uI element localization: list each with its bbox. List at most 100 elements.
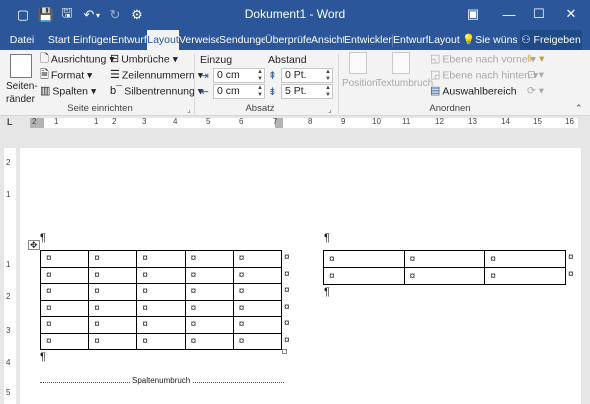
tab-datei[interactable]: Datei [6, 30, 38, 50]
table-cell[interactable]: ¤ [39, 283, 90, 301]
table-cell[interactable]: ¤ [232, 283, 283, 301]
spinner-arrows-icon[interactable]: ▲ ▼ [257, 85, 263, 98]
tab-selector-icon[interactable]: L [7, 117, 13, 127]
table-cell[interactable]: ¤ [88, 299, 138, 317]
table-cell[interactable]: ¤ [88, 316, 138, 334]
wrap-text-label: Textumbruch [376, 78, 434, 89]
table-cell[interactable]: ¤ [403, 267, 486, 285]
tab-tabellen-layout[interactable]: Layout [428, 30, 460, 50]
group-icon[interactable]: ⊡ ▾ [527, 69, 544, 82]
table-cell[interactable]: ¤ [232, 299, 283, 317]
table-cell[interactable]: ¤ [184, 283, 234, 301]
minimize-button[interactable]: — [498, 4, 520, 24]
title-bar: ▢ 💾 🖫 ↶ ▾ ↻ ⚙ Dokument1 - Word ▣ — ☐ ✕ [0, 0, 590, 30]
indent-left-input[interactable]: 0 cm ▲ ▼ [213, 68, 265, 83]
dialog-launcher-icon[interactable]: ⌟ [328, 103, 332, 116]
table-right[interactable]: ¤ ¤ ¤ ¤ ¤ ¤ [323, 250, 566, 285]
table-cell[interactable]: ¤ [39, 250, 90, 268]
table-cell[interactable]: ¤ [323, 250, 405, 268]
share-button[interactable]: ⚇ Freigeben [520, 30, 582, 50]
tab-entwurf[interactable]: Entwurf [111, 30, 147, 50]
spacing-before-input[interactable]: 0 Pt. ▲ ▼ [281, 68, 333, 83]
wrap-text-button[interactable]: Textumbruch [376, 52, 434, 90]
rotate-icon[interactable]: ⟳ ▾ [527, 85, 544, 98]
dialog-launcher-icon[interactable]: ⌟ [187, 103, 191, 116]
table-cell[interactable]: ¤ [39, 299, 90, 317]
table-cell[interactable]: ¤ [88, 266, 138, 284]
table-cell[interactable]: ¤ [232, 316, 283, 334]
table-left[interactable]: ¤ ¤ ¤ ¤ ¤ ¤ ¤ ¤ ¤ ¤ ¤ ¤ ¤ ¤ ¤ ¤ ¤ ¤ ¤ ¤ ¤ ¤ ¤ ¤ ¤ ¤ ¤ ¤ ¤ ¤ [39, 250, 283, 350]
table-cell[interactable]: ¤ [136, 316, 186, 334]
columns-button[interactable]: ▥ Spalten ▾ [40, 85, 96, 98]
selection-pane-button[interactable]: ▤ Auswahlbereich [430, 85, 517, 98]
tell-me-box[interactable]: 💡Sie wünschen... [462, 30, 517, 50]
horizontal-ruler[interactable]: L 2 1 1 2 3 4 5 6 7 8 9 10 11 12 13 14 1… [0, 116, 590, 130]
collapse-ribbon-icon[interactable]: ⌃ [575, 102, 583, 115]
table-cell[interactable]: ¤ [136, 299, 186, 317]
spinner-arrows-icon[interactable]: ▲ ▼ [257, 69, 263, 82]
hyphenation-button[interactable]: b¯ Silbentrennung ▾ [110, 85, 203, 98]
table-cell[interactable]: ¤ [184, 332, 234, 350]
tab-ansicht[interactable]: Ansicht [311, 30, 344, 50]
maximize-button[interactable]: ☐ [528, 4, 550, 24]
ruler-number: 1 [94, 117, 99, 126]
orientation-icon: 🗋 [40, 53, 49, 65]
table-cell[interactable]: ¤ [88, 283, 138, 301]
ribbon-options-icon[interactable]: ▣ [462, 4, 484, 24]
table-cell[interactable]: ¤ [136, 283, 186, 301]
table-cell[interactable]: ¤ [184, 266, 234, 284]
table-cell[interactable]: ¤ [232, 266, 283, 284]
send-backward-button[interactable]: ◲ Ebene nach hinten ▾ [430, 69, 538, 82]
vertical-scrollbar[interactable] [581, 130, 590, 404]
table-cell[interactable]: ¤ [184, 316, 234, 334]
spinner-arrows-icon[interactable]: ▲ ▼ [325, 85, 331, 98]
indent-right-input[interactable]: 0 cm ▲ ▼ [213, 84, 265, 99]
table-cell[interactable]: ¤ [88, 332, 138, 350]
tab-sendungen[interactable]: Sendungen [219, 30, 265, 50]
table-cell[interactable]: ¤ [39, 332, 90, 350]
table-move-handle-icon[interactable]: ✥ [28, 240, 40, 250]
tab-layout[interactable]: Layout [147, 30, 179, 50]
table-row: ¤ ¤ ¤ ¤ ¤ [39, 250, 283, 268]
ruler-number: 3 [142, 117, 147, 126]
tab-entwicklertools[interactable]: Entwicklertools [344, 30, 392, 50]
bring-forward-button[interactable]: ◱ Ebene nach vorne ▾ [430, 53, 536, 66]
spinner-arrows-icon[interactable]: ▲ ▼ [325, 69, 331, 82]
line-numbers-button[interactable]: ☰ Zeilennummern ▾ [110, 69, 203, 82]
spacing-after-input[interactable]: 5 Pt. ▲ ▼ [281, 84, 333, 99]
table-cell[interactable]: ¤ [232, 250, 283, 268]
close-button[interactable]: ✕ [560, 4, 582, 24]
table-cell[interactable]: ¤ [323, 267, 405, 285]
document-page[interactable]: ¶ ✥ ¤ ¤ ¤ ¤ ¤ ¤ ¤ ¤ ¤ ¤ ¤ ¤ ¤ ¤ ¤ ¤ ¤ ¤ ¤ ¤ ¤ ¤ ¤ ¤ ¤ ¤ ¤ ¤ ¤ ¤ ¤ ¤ ¤ ¤ ¤… [20, 148, 581, 404]
wrap-text-icon [392, 52, 410, 74]
size-button[interactable]: 🗎 Format ▾ [40, 69, 92, 82]
align-icon[interactable]: ⊫ ▾ [527, 53, 544, 66]
ruler-number: 8 [308, 117, 313, 126]
tab-tabellen-entwurf[interactable]: Entwurf [393, 30, 428, 50]
table-cell[interactable]: ¤ [403, 250, 486, 268]
table-cell[interactable]: ¤ [136, 250, 186, 268]
table-cell[interactable]: ¤ [88, 250, 138, 268]
table-cell[interactable]: ¤ [484, 267, 566, 285]
orientation-button[interactable]: 🗋 Ausrichtung ▾ [40, 53, 115, 66]
tell-me-label: Sie wünschen... [475, 34, 517, 46]
vertical-ruler[interactable]: 2 1 1 2 3 4 5 [4, 148, 16, 404]
table-cell[interactable]: ¤ [484, 250, 566, 268]
table-cell[interactable]: ¤ [39, 316, 90, 334]
tab-ueberpruefen[interactable]: Überprüfen [265, 30, 311, 50]
table-cell[interactable]: ¤ [232, 332, 283, 350]
table-cell[interactable]: ¤ [136, 332, 186, 350]
breaks-button[interactable]: ⊟ Umbrüche ▾ [110, 53, 178, 66]
table-resize-handle-icon[interactable] [282, 349, 287, 354]
table-cell[interactable]: ¤ [136, 266, 186, 284]
ruler-number: 2 [6, 158, 11, 167]
position-button[interactable]: Position [342, 52, 378, 90]
margins-button[interactable]: Seiten- ränder [6, 52, 38, 105]
table-cell[interactable]: ¤ [184, 250, 234, 268]
tab-einfuegen[interactable]: Einfügen [73, 30, 111, 50]
table-cell[interactable]: ¤ [39, 266, 90, 284]
columns-label: Spalten [52, 85, 89, 98]
tab-verweise[interactable]: Verweise [179, 30, 219, 50]
tab-start[interactable]: Start [45, 30, 73, 50]
table-cell[interactable]: ¤ [184, 299, 234, 317]
